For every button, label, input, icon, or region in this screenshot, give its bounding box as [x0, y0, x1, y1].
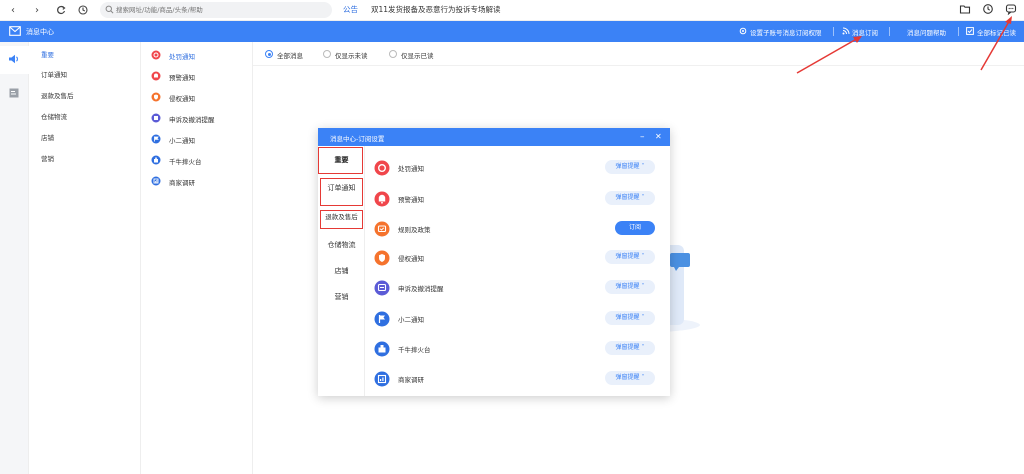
- message-filter-bar: 全部消息 仅显示未读 仅显示已读: [253, 42, 1024, 66]
- message-bubble-icon[interactable]: [1005, 3, 1019, 17]
- popup-reminder-dropdown[interactable]: 弹窗提醒 ˅: [605, 371, 655, 385]
- header-divider: [833, 27, 834, 36]
- type-item-penalty[interactable]: 处罚通知: [141, 45, 253, 65]
- type-item-warning[interactable]: 预警通知: [141, 66, 253, 86]
- minimize-icon[interactable]: –: [640, 131, 645, 143]
- rule-icon: [374, 221, 390, 237]
- subscribe-button[interactable]: 订阅: [615, 221, 655, 235]
- category-important[interactable]: 重要: [29, 45, 141, 65]
- type-item-infringement[interactable]: 侵权通知: [141, 87, 253, 107]
- type-item-appeal[interactable]: 申诉及撤消提醒: [141, 108, 253, 128]
- modal-category-marketing[interactable]: 营销: [318, 285, 365, 309]
- notice-type-list: 处罚通知 预警通知 侵权通知 申诉及撤消提醒 小二通知 千牛摔火台 商家调研: [141, 42, 253, 474]
- subscription-row-qianniu: 千牛摔火台 弹窗提醒 ˅: [374, 333, 664, 365]
- gear-icon: [739, 27, 747, 35]
- popup-reminder-dropdown[interactable]: 弹窗提醒 ˅: [605, 160, 655, 174]
- survey-icon: [151, 176, 161, 186]
- popup-reminder-dropdown[interactable]: 弹窗提醒 ˅: [605, 341, 655, 355]
- penalty-icon: [151, 50, 161, 60]
- rail-item-records[interactable]: [0, 80, 29, 108]
- shield-icon: [151, 92, 161, 102]
- message-center-header: 消息中心 设置子账号消息订阅权限 消息订阅 消息问题帮助 全部标记已读: [0, 21, 1024, 42]
- tower-icon: [151, 155, 161, 165]
- flag-icon: [374, 311, 390, 327]
- history-icon[interactable]: [76, 4, 90, 17]
- subscription-row-rules: 规则及政策 订阅: [374, 213, 664, 245]
- subscription-row-penalty: 处罚通知 弹窗提醒 ˅: [374, 152, 664, 184]
- subscription-row-survey: 商家调研 弹窗提醒 ˅: [374, 363, 664, 395]
- notice-tag[interactable]: 公告: [343, 4, 358, 15]
- rss-icon: [842, 27, 850, 35]
- modal-category-store[interactable]: 店铺: [318, 259, 365, 283]
- document-icon: [9, 88, 19, 98]
- bell-icon: [374, 191, 390, 207]
- mark-all-read-link[interactable]: 全部标记已读: [977, 27, 1016, 37]
- subscription-row-staff-notice: 小二通知 弹窗提醒 ˅: [374, 303, 664, 335]
- modal-category-logistics[interactable]: 仓储物流: [318, 233, 365, 257]
- clock-icon[interactable]: [982, 3, 996, 17]
- speaker-icon: [9, 54, 18, 64]
- header-divider: [889, 27, 890, 36]
- search-icon: [105, 5, 114, 14]
- rail-item-notifications[interactable]: [0, 46, 29, 74]
- close-icon[interactable]: ✕: [655, 131, 662, 143]
- annotation-box-important: [318, 147, 363, 174]
- category-logistics[interactable]: 仓储物流: [29, 107, 141, 127]
- modal-title: 消息中心-订阅设置: [330, 135, 385, 143]
- message-help-link[interactable]: 消息问题帮助: [907, 27, 946, 37]
- annotation-box-order: [320, 178, 363, 206]
- appeal-icon: [151, 113, 161, 123]
- back-icon[interactable]: ‹: [6, 4, 20, 17]
- refresh-icon[interactable]: [54, 4, 68, 17]
- subaccount-permission-link[interactable]: 设置子账号消息订阅权限: [750, 27, 822, 37]
- popup-reminder-dropdown[interactable]: 弹窗提醒 ˅: [605, 311, 655, 325]
- category-list: 重要 订单通知 退款及售后 仓储物流 店铺 营销: [29, 42, 141, 474]
- penalty-icon: [374, 160, 390, 176]
- subscription-row-appeal: 申诉及撤消提醒 弹窗提醒 ˅: [374, 272, 664, 304]
- subscription-row-warning: 预警通知 弹窗提醒 ˅: [374, 183, 664, 215]
- type-item-qianniu[interactable]: 千牛摔火台: [141, 150, 253, 170]
- message-subscribe-link[interactable]: 消息订阅: [852, 27, 878, 37]
- address-search-input[interactable]: [116, 4, 326, 16]
- flag-icon: [151, 134, 161, 144]
- bell-icon: [151, 71, 161, 81]
- category-refund[interactable]: 退款及售后: [29, 86, 141, 106]
- survey-icon: [374, 371, 390, 387]
- browser-toolbar: ‹ › 公告 双11发货报备及恶意行为投诉专场解读: [0, 0, 1024, 21]
- appeal-icon: [374, 280, 390, 296]
- annotation-box-refund: [320, 210, 363, 229]
- shield-icon: [374, 250, 390, 266]
- subscription-row-infringement: 侵权通知 弹窗提醒 ˅: [374, 242, 664, 274]
- forward-icon[interactable]: ›: [30, 4, 44, 17]
- popup-reminder-dropdown[interactable]: 弹窗提醒 ˅: [605, 250, 655, 264]
- left-icon-rail: [0, 42, 29, 474]
- folder-icon[interactable]: [959, 3, 973, 17]
- popup-reminder-dropdown[interactable]: 弹窗提醒 ˅: [605, 191, 655, 205]
- category-marketing[interactable]: 营销: [29, 149, 141, 169]
- tower-icon: [374, 341, 390, 357]
- type-item-survey[interactable]: 商家调研: [141, 171, 253, 191]
- address-search-box[interactable]: [100, 2, 332, 18]
- category-order[interactable]: 订单通知: [29, 65, 141, 85]
- type-item-staff-notice[interactable]: 小二通知: [141, 129, 253, 149]
- mail-icon: [9, 26, 21, 36]
- popup-reminder-dropdown[interactable]: 弹窗提醒 ˅: [605, 280, 655, 294]
- header-divider: [958, 27, 959, 36]
- checkbox-icon: [966, 27, 974, 35]
- page-title: 消息中心: [26, 28, 54, 36]
- category-store[interactable]: 店铺: [29, 128, 141, 148]
- notice-headline-link[interactable]: 双11发货报备及恶意行为投诉专场解读: [371, 4, 501, 15]
- modal-header: 消息中心-订阅设置 – ✕: [318, 128, 670, 146]
- subscription-settings-modal: 消息中心-订阅设置 – ✕ 重要 订单通知 退款及售后 仓储物流 店铺 营销 处…: [318, 128, 670, 396]
